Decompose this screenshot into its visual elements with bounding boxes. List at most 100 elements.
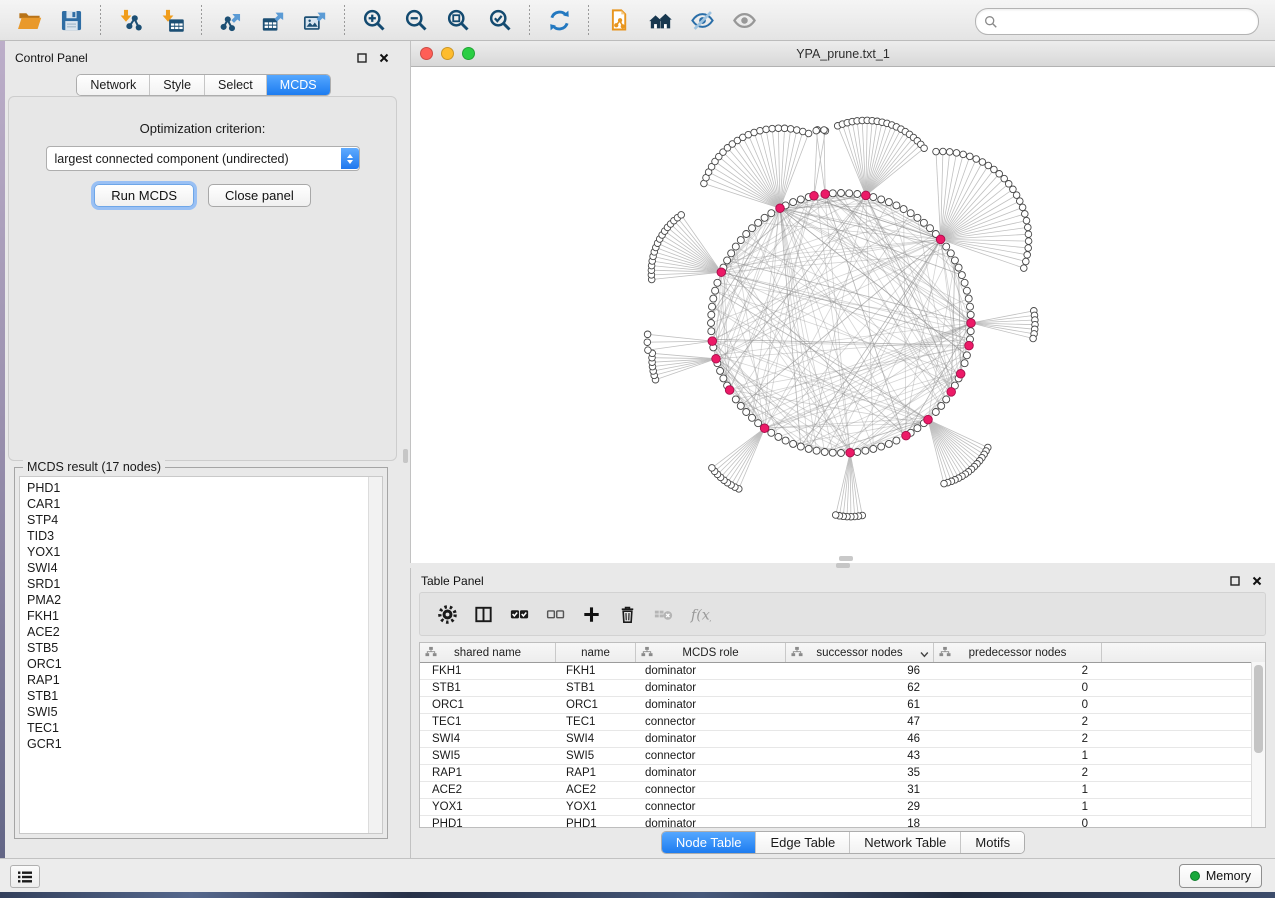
import-network-button[interactable] <box>112 3 148 37</box>
satellite-node[interactable] <box>813 127 820 134</box>
ring-node[interactable] <box>775 433 782 440</box>
ring-node[interactable] <box>893 437 900 444</box>
zoom-window-icon[interactable] <box>462 47 475 60</box>
table-row[interactable]: FKH1FKH1dominator962 <box>420 663 1265 680</box>
table-scrollbar[interactable] <box>1251 662 1265 827</box>
close-panel-icon[interactable] <box>376 51 392 65</box>
table-tab-motifs[interactable]: Motifs <box>961 832 1024 853</box>
ring-node[interactable] <box>714 279 721 286</box>
ring-node[interactable] <box>743 409 750 416</box>
ring-node[interactable] <box>951 257 958 264</box>
ring-node[interactable] <box>965 295 972 302</box>
satellite-node[interactable] <box>1023 217 1030 224</box>
column-header-predecessor-nodes[interactable]: predecessor nodes <box>934 643 1102 662</box>
ring-node[interactable] <box>854 449 861 456</box>
satellite-node[interactable] <box>946 149 953 156</box>
ring-node[interactable] <box>900 206 907 213</box>
ring-node[interactable] <box>768 429 775 436</box>
ring-node[interactable] <box>755 420 762 427</box>
mcds-hub-node[interactable] <box>862 191 871 200</box>
ring-node[interactable] <box>967 311 974 318</box>
mcds-result-item[interactable]: PMA2 <box>27 592 382 608</box>
show-all-button[interactable] <box>726 3 762 37</box>
network-hscroll-thumb[interactable] <box>839 556 853 561</box>
tab-mcds[interactable]: MCDS <box>267 75 330 95</box>
satellite-node[interactable] <box>709 465 716 472</box>
close-window-icon[interactable] <box>420 47 433 60</box>
satellite-node[interactable] <box>775 125 782 132</box>
satellite-node[interactable] <box>979 159 986 166</box>
sort-chevron-icon[interactable] <box>920 649 929 656</box>
table-row[interactable]: STB1STB1dominator620 <box>420 680 1265 697</box>
ring-node[interactable] <box>947 250 954 257</box>
ring-node[interactable] <box>893 202 900 209</box>
mcds-result-item[interactable]: STB5 <box>27 640 382 656</box>
import-table-button[interactable] <box>154 3 190 37</box>
close-panel-button[interactable]: Close panel <box>208 184 311 207</box>
satellite-node[interactable] <box>1021 265 1028 272</box>
ring-node[interactable] <box>963 352 970 359</box>
ring-node[interactable] <box>821 449 828 456</box>
ring-node[interactable] <box>768 210 775 217</box>
ring-node[interactable] <box>708 311 715 318</box>
run-mcds-button[interactable]: Run MCDS <box>94 184 194 207</box>
table-tab-network-table[interactable]: Network Table <box>850 832 961 853</box>
mcds-hub-node[interactable] <box>967 319 976 328</box>
table-settings-button[interactable] <box>430 597 464 631</box>
ring-node[interactable] <box>846 190 853 197</box>
share-document-button[interactable] <box>600 3 636 37</box>
satellite-node[interactable] <box>781 125 788 132</box>
refresh-layout-button[interactable] <box>541 3 577 37</box>
mcds-result-item[interactable]: CAR1 <box>27 496 382 512</box>
home-view-button[interactable] <box>642 3 678 37</box>
zoom-selected-button[interactable] <box>482 3 518 37</box>
satellite-node[interactable] <box>1022 211 1029 218</box>
delete-column-button[interactable] <box>610 597 644 631</box>
float-table-panel-icon[interactable] <box>1227 574 1243 588</box>
add-column-button[interactable] <box>574 597 608 631</box>
ring-node[interactable] <box>761 214 768 221</box>
mcds-hub-node[interactable] <box>902 431 911 440</box>
satellite-node[interactable] <box>933 148 940 155</box>
satellite-node[interactable] <box>794 127 801 134</box>
ring-node[interactable] <box>790 440 797 447</box>
network-window-titlebar[interactable]: YPA_prune.txt_1 <box>411 41 1275 67</box>
satellite-node[interactable] <box>1017 198 1024 205</box>
ring-node[interactable] <box>805 445 812 452</box>
ring-node[interactable] <box>878 196 885 203</box>
mcds-hub-node[interactable] <box>821 190 830 199</box>
satellite-node[interactable] <box>763 126 770 133</box>
ring-node[interactable] <box>963 287 970 294</box>
ring-node[interactable] <box>728 250 735 257</box>
satellite-node[interactable] <box>769 125 776 132</box>
ring-node[interactable] <box>854 191 861 198</box>
satellite-node[interactable] <box>821 127 828 134</box>
mcds-hub-node[interactable] <box>717 268 726 277</box>
mcds-result-item[interactable]: SWI4 <box>27 560 382 576</box>
ring-node[interactable] <box>782 437 789 444</box>
ring-node[interactable] <box>914 425 921 432</box>
mcds-hub-node[interactable] <box>846 448 855 457</box>
satellite-node[interactable] <box>805 130 812 137</box>
vertical-splitter-handle[interactable] <box>403 449 408 463</box>
table-row[interactable]: SWI5SWI5connector431 <box>420 748 1265 765</box>
satellite-node[interactable] <box>1023 258 1030 265</box>
satellite-node[interactable] <box>644 331 651 338</box>
ring-node[interactable] <box>862 447 869 454</box>
satellite-node[interactable] <box>1010 186 1017 193</box>
tab-network[interactable]: Network <box>77 75 150 95</box>
ring-node[interactable] <box>724 257 731 264</box>
ring-node[interactable] <box>732 396 739 403</box>
mcds-hub-node[interactable] <box>708 337 717 346</box>
mcds-result-item[interactable]: SRD1 <box>27 576 382 592</box>
ring-node[interactable] <box>838 190 845 197</box>
mcds-result-item[interactable]: PHD1 <box>27 480 382 496</box>
mcds-hub-node[interactable] <box>712 355 721 364</box>
satellite-node[interactable] <box>787 126 794 133</box>
ring-node[interactable] <box>967 328 974 335</box>
table-row[interactable]: TEC1TEC1connector472 <box>420 714 1265 731</box>
ring-node[interactable] <box>797 196 804 203</box>
mcds-hub-node[interactable] <box>924 415 933 424</box>
export-image-button[interactable] <box>297 3 333 37</box>
export-network-button[interactable] <box>213 3 249 37</box>
